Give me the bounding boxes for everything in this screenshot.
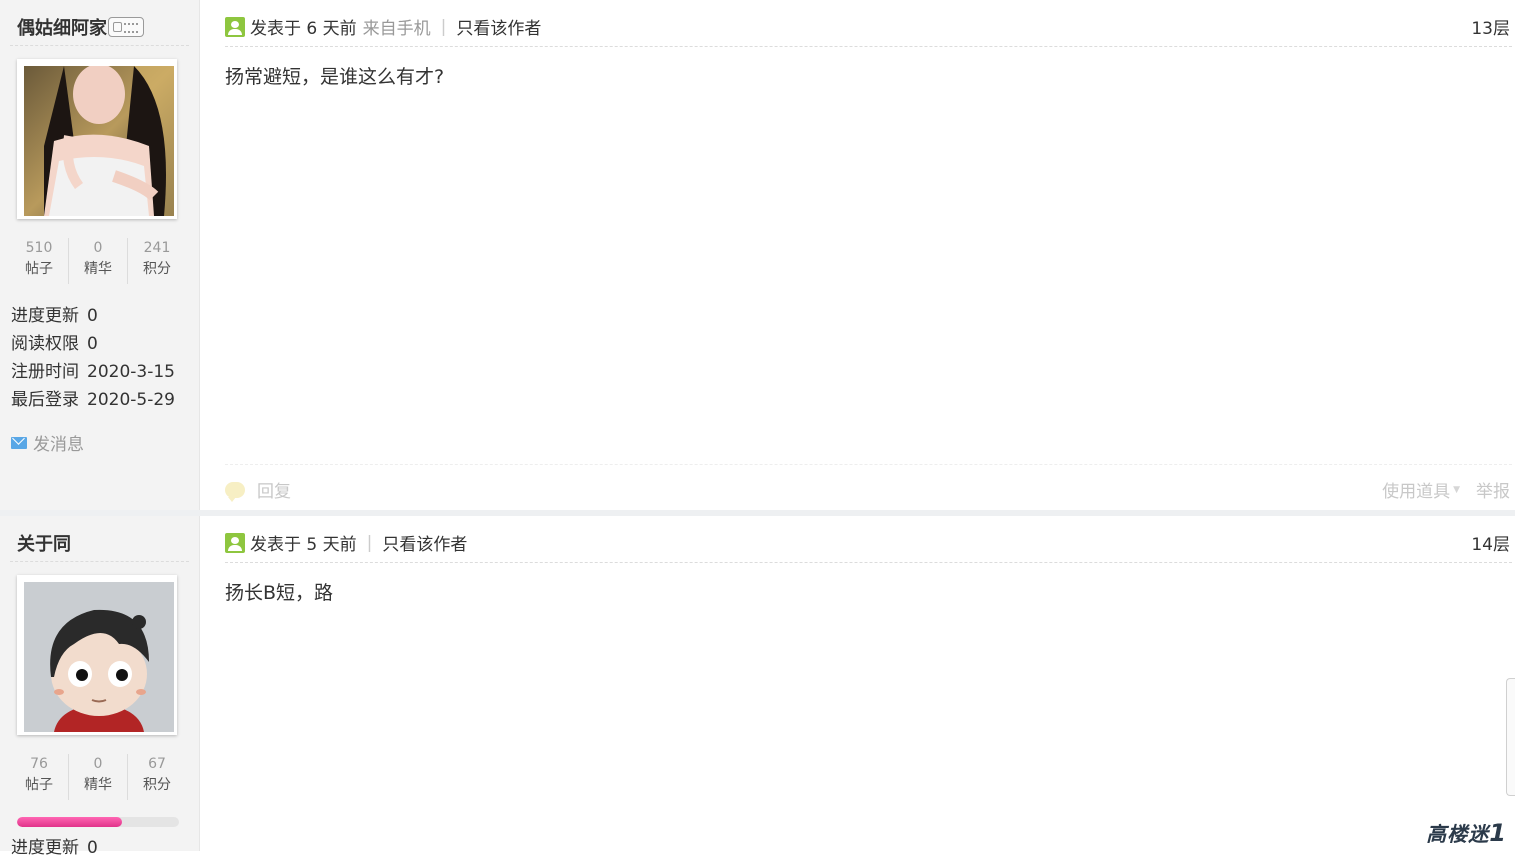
- stat-label: 帖子: [25, 261, 53, 277]
- logo-digit: 1: [1489, 819, 1507, 847]
- stat-value: 510: [25, 240, 53, 256]
- post-content: 扬长B短，路: [225, 582, 334, 604]
- author-stats: 510 帖子 0 精华 241 积分: [10, 238, 186, 284]
- author-sidebar: 偶姑细阿家 510 帖子 0 精华 241 积分 进度更新 0 阅读权限 0 注…: [0, 0, 200, 510]
- logo-text: 高楼迷: [1426, 822, 1490, 846]
- info-label: 进度更新: [11, 838, 79, 858]
- use-tool-dropdown[interactable]: 使用道具: [1382, 477, 1450, 502]
- stat-value: 241: [143, 240, 171, 256]
- user-online-icon: [225, 532, 245, 553]
- report-link[interactable]: 举报: [1476, 477, 1510, 502]
- stat-label: 精华: [84, 261, 112, 277]
- author-info: 进度更新 0: [11, 834, 98, 862]
- post-time: 发表于 5 天前: [250, 535, 357, 555]
- info-label: 阅读权限: [11, 334, 79, 354]
- post-header: 发表于 6 天前 来自手机 | 只看该作者 13层: [225, 14, 1512, 47]
- info-label: 最后登录: [11, 390, 79, 410]
- chevron-down-icon: ▼: [1453, 484, 1460, 495]
- stat-value: 0: [93, 756, 103, 772]
- speech-bubble-icon: [225, 481, 245, 502]
- info-value: 2020-3-15: [87, 362, 175, 382]
- author-name-text[interactable]: 偶姑细阿家: [17, 18, 107, 39]
- id-card-icon: [108, 17, 144, 37]
- info-label: 进度更新: [11, 306, 79, 326]
- info-row: 注册时间 2020-3-15: [11, 358, 175, 386]
- stat-label: 帖子: [25, 777, 53, 793]
- stat-posts[interactable]: 510 帖子: [10, 238, 69, 284]
- info-value: 0: [87, 306, 98, 326]
- side-scroll-tab[interactable]: [1506, 678, 1515, 796]
- info-row: 进度更新 0: [11, 834, 98, 862]
- avatar[interactable]: [17, 575, 177, 735]
- stat-points[interactable]: 67 积分: [128, 754, 186, 800]
- stat-points[interactable]: 241 积分: [128, 238, 186, 284]
- author-info: 进度更新 0 阅读权限 0 注册时间 2020-3-15 最后登录 2020-5-29: [11, 302, 175, 414]
- author-name[interactable]: 关于同: [17, 530, 71, 556]
- separator: |: [440, 16, 447, 37]
- post-content: 扬常避短，是谁这么有才?: [225, 66, 445, 88]
- info-row: 阅读权限 0: [11, 330, 175, 358]
- author-sidebar: 关于同 76 帖子 0 精华 67 积分 进度更新 0: [0, 516, 200, 858]
- divider: [10, 561, 189, 562]
- stat-posts[interactable]: 76 帖子: [10, 754, 69, 800]
- mail-icon: [11, 436, 27, 449]
- avatar-image: [24, 582, 174, 732]
- floor-number[interactable]: 14层: [1471, 530, 1510, 555]
- reply-button[interactable]: 回复: [225, 477, 291, 502]
- info-row: 进度更新 0: [11, 302, 175, 330]
- stat-digest[interactable]: 0 精华: [69, 754, 128, 800]
- avatar-image: [24, 66, 174, 216]
- post-14: 关于同 76 帖子 0 精华 67 积分 进度更新 0 发表于 5 天前 | 只…: [0, 516, 1515, 858]
- level-progress-fill: [17, 817, 123, 827]
- avatar[interactable]: [17, 59, 177, 219]
- reply-label[interactable]: 回复: [257, 477, 291, 502]
- stat-value: 76: [30, 756, 48, 772]
- author-stats: 76 帖子 0 精华 67 积分: [10, 754, 186, 800]
- post-source: 来自手机: [362, 19, 431, 39]
- info-label: 注册时间: [11, 362, 79, 382]
- separator: |: [366, 532, 373, 553]
- stat-value: 0: [93, 240, 103, 256]
- send-message-link[interactable]: 发消息: [11, 430, 84, 455]
- only-author-link[interactable]: 只看该作者: [382, 530, 467, 555]
- stat-label: 精华: [84, 777, 112, 793]
- level-progress-bar: [17, 817, 179, 827]
- user-online-icon: [225, 16, 245, 37]
- post-header: 发表于 5 天前 | 只看该作者 14层: [225, 530, 1512, 563]
- stat-label: 积分: [143, 261, 171, 277]
- author-name[interactable]: 偶姑细阿家: [17, 14, 144, 40]
- info-value: 2020-5-29: [87, 390, 175, 410]
- stat-value: 67: [148, 756, 166, 772]
- floor-number[interactable]: 13层: [1471, 14, 1510, 39]
- only-author-link[interactable]: 只看该作者: [456, 14, 541, 39]
- info-value: 0: [87, 838, 98, 858]
- author-name-text[interactable]: 关于同: [17, 534, 71, 555]
- post-13: 偶姑细阿家 510 帖子 0 精华 241 积分 进度更新 0 阅读权限 0 注…: [0, 0, 1515, 510]
- info-row: 最后登录 2020-5-29: [11, 386, 175, 414]
- stat-label: 积分: [143, 777, 171, 793]
- divider: [10, 45, 189, 46]
- site-logo: 高楼迷1: [1426, 818, 1507, 847]
- post-footer: 回复 使用道具 ▼ 举报: [225, 464, 1512, 511]
- info-value: 0: [87, 334, 98, 354]
- stat-digest[interactable]: 0 精华: [69, 238, 128, 284]
- send-message-label[interactable]: 发消息: [33, 430, 84, 455]
- post-time: 发表于 6 天前: [250, 19, 357, 39]
